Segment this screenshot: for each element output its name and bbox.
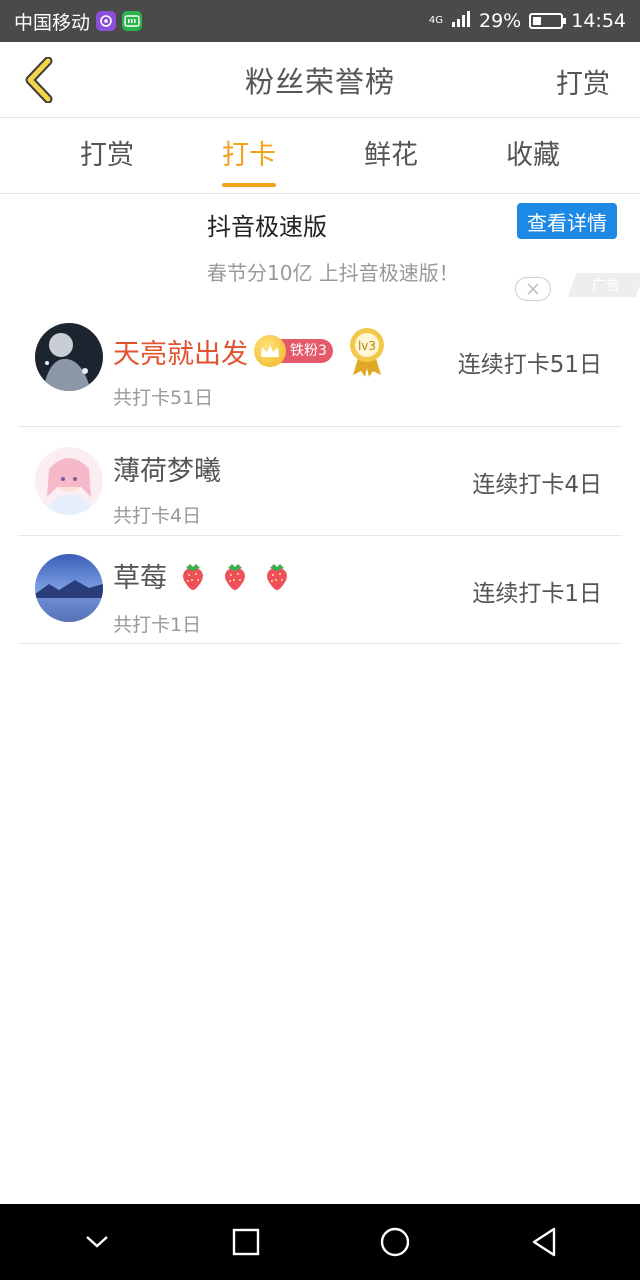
- name-line: 草莓: [113, 556, 293, 595]
- page-title: 粉丝荣誉榜: [244, 64, 395, 99]
- avatar: [35, 447, 103, 515]
- battery-percent: 29%: [479, 10, 522, 32]
- chevron-down-icon: [85, 1236, 108, 1248]
- crown-icon: [254, 335, 286, 367]
- strawberry-icon: [225, 563, 245, 590]
- total-checkins: 共打卡4日: [113, 505, 202, 527]
- battery-fill: [533, 17, 542, 25]
- tab-label: 打卡: [222, 140, 276, 171]
- list-item[interactable]: 薄荷梦曦 共打卡4日 连续打卡4日: [18, 427, 622, 536]
- ad-title: 抖音极速版: [207, 213, 327, 241]
- list-item[interactable]: 天亮就出发 铁粉3 lv3 共打卡51日 连续打卡51日: [18, 305, 622, 427]
- medal-icon: lv3: [349, 328, 384, 377]
- system-back-button[interactable]: [514, 1212, 574, 1272]
- ad-close-button[interactable]: [515, 277, 551, 301]
- signal-icon: [451, 10, 471, 33]
- tab-bar: 打赏 打卡 鲜花 收藏: [0, 118, 640, 194]
- carrier-label: 中国移动: [14, 11, 91, 34]
- list-item[interactable]: 草莓 共打卡1日 连续打卡1日: [18, 536, 622, 644]
- reward-button[interactable]: 打赏: [556, 62, 610, 101]
- chevron-left-icon: [25, 57, 53, 103]
- user-name: 草莓: [113, 563, 167, 594]
- user-name: 天亮就出发: [113, 338, 248, 370]
- recent-apps-button[interactable]: [216, 1212, 276, 1272]
- total-checkins: 共打卡51日: [113, 387, 214, 409]
- iqiyi-app-icon: [122, 11, 143, 31]
- status-right: 4G 29% 14:54: [429, 10, 626, 33]
- ad-details-button[interactable]: 查看详情: [517, 203, 617, 239]
- ad-banner[interactable]: 抖音极速版 春节分10亿 上抖音极速版！ 查看详情 广告: [0, 195, 640, 305]
- system-nav-bar: [0, 1204, 640, 1280]
- avatar: [35, 323, 103, 391]
- tab-underline: [222, 183, 276, 187]
- tab-label: 鲜花: [364, 140, 418, 171]
- circle-icon: [380, 1227, 409, 1257]
- name-line: 薄荷梦曦: [113, 449, 221, 488]
- level-badge-label: lv3: [358, 339, 376, 353]
- tab-reward[interactable]: 打赏: [62, 118, 152, 193]
- home-button[interactable]: [365, 1212, 425, 1272]
- ad-tag: 广告: [567, 273, 640, 297]
- streak-label: 连续打卡4日: [472, 472, 602, 498]
- name-line: 天亮就出发 铁粉3 lv3: [113, 325, 387, 377]
- tab-favorites[interactable]: 收藏: [488, 118, 578, 193]
- tab-flowers[interactable]: 鲜花: [346, 118, 436, 193]
- checkin-list: 天亮就出发 铁粉3 lv3 共打卡51日 连续打卡51日 薄荷梦曦 共打卡4日 …: [18, 305, 622, 644]
- status-bar: 中国移动 4G 29% 14:54: [0, 0, 640, 42]
- fan-level-label: 铁粉3: [278, 339, 333, 363]
- hide-nav-button[interactable]: [67, 1212, 127, 1272]
- fan-badge: 铁粉3: [254, 335, 333, 367]
- streak-label: 连续打卡1日: [472, 581, 602, 607]
- square-icon: [232, 1228, 259, 1256]
- total-checkins: 共打卡1日: [113, 614, 202, 636]
- battery-icon: [529, 13, 567, 29]
- network-label: 4G: [428, 15, 443, 26]
- close-icon: [527, 283, 539, 295]
- tab-label: 打赏: [80, 140, 134, 171]
- podcast-app-icon: [96, 11, 117, 31]
- strawberry-icon: [183, 563, 203, 590]
- tab-label: 收藏: [506, 140, 560, 171]
- status-left: 中国移动: [14, 8, 143, 35]
- nav-bar: 粉丝荣誉榜 打赏: [0, 42, 640, 118]
- strawberry-icon: [267, 563, 287, 590]
- back-button[interactable]: [14, 54, 64, 106]
- clock: 14:54: [571, 10, 626, 32]
- avatar: [35, 554, 103, 622]
- user-name: 薄荷梦曦: [113, 456, 221, 487]
- ad-tag-label: 广告: [592, 278, 620, 294]
- tab-checkin[interactable]: 打卡: [204, 118, 294, 193]
- ad-subtitle: 春节分10亿 上抖音极速版！: [207, 261, 459, 285]
- triangle-back-icon: [532, 1227, 555, 1257]
- streak-label: 连续打卡51日: [457, 352, 602, 378]
